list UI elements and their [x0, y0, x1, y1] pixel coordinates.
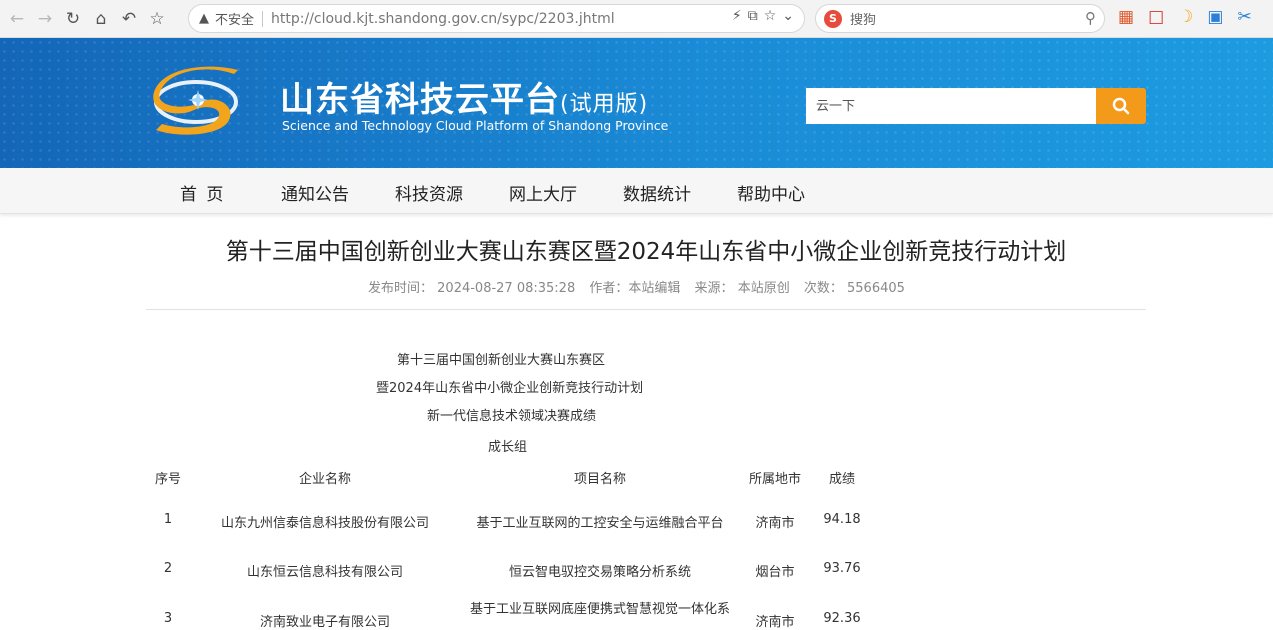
table-row-2-score: 93.76: [823, 561, 861, 576]
screenshot-icon[interactable]: ✂: [1237, 7, 1251, 27]
doc-heading-line-3: 新一代信息技术领域决赛成绩: [427, 409, 597, 424]
article-meta: 发布时间： 2024-08-27 08:35:28 作者：本站编辑 来源： 本站…: [368, 277, 915, 296]
meta-publish-label: 发布时间：: [368, 281, 434, 296]
table-row-3-score: 92.36: [823, 611, 861, 626]
meta-author-value: 本站编辑: [628, 281, 681, 296]
meta-views-label: 次数：: [803, 281, 843, 296]
nav-item-home[interactable]: 首 页: [180, 180, 225, 205]
article-divider: [146, 309, 1146, 310]
meta-author: 作者：本站编辑: [589, 281, 680, 296]
meta-source: 来源： 本站原创: [695, 281, 790, 296]
favorite-star-icon[interactable]: ☆: [764, 8, 777, 24]
browser-search-placeholder: 搜狗: [850, 13, 877, 28]
table-row-1-city: 济南市: [755, 516, 795, 531]
meta-publish: 发布时间： 2024-08-27 08:35:28: [368, 281, 575, 296]
night-mode-icon[interactable]: ☽: [1178, 7, 1193, 27]
bookmark-star-icon[interactable]: ☆: [144, 6, 170, 32]
meta-views-value: 5566405: [847, 281, 905, 296]
crop-icon[interactable]: ▣: [1207, 7, 1223, 27]
home-icon[interactable]: ⌂: [88, 6, 114, 32]
nav-item-statistics[interactable]: 数据统计: [623, 180, 691, 205]
sogou-logo-icon: S: [824, 9, 842, 28]
undo-icon[interactable]: ↶: [116, 6, 142, 32]
warning-icon: ▲: [199, 11, 209, 26]
nav-item-resources[interactable]: 科技资源: [395, 180, 463, 205]
magnifier-icon: [1112, 97, 1130, 115]
lightning-icon[interactable]: ⚡: [732, 8, 742, 24]
site-search: [806, 88, 1146, 124]
nav-item-help[interactable]: 帮助中心: [737, 180, 805, 205]
table-row-1-company: 山东九州信泰信息科技股份有限公司: [220, 516, 429, 531]
reload-icon[interactable]: ↻: [60, 6, 86, 32]
share-icon[interactable]: ⧉: [748, 8, 758, 24]
table-header-project: 项目名称: [573, 472, 626, 487]
doc-heading-line-2: 暨2024年山东省中小微企业创新竞技行动计划: [376, 381, 644, 396]
url-text[interactable]: http://cloud.kjt.shandong.gov.cn/sypc/22…: [271, 11, 615, 27]
extension-icons: ▦ □ ☽ ▣ ✂: [1118, 7, 1252, 27]
site-title: 山东省科技云平台(试用版): [280, 72, 648, 121]
meta-source-value: 本站原创: [737, 281, 790, 296]
table-row-1-project: 基于工业互联网的工控安全与运维融合平台: [476, 516, 724, 531]
site-subtitle: Science and Technology Cloud Platform of…: [282, 118, 669, 133]
browser-nav-buttons: ← → ↻ ⌂ ↶ ☆: [4, 6, 170, 32]
meta-views: 次数： 5566405: [804, 281, 905, 296]
table-row-2-project: 恒云智电驭控交易策略分析系统: [508, 565, 691, 580]
table-row-2-city: 烟台市: [755, 565, 795, 580]
search-icon[interactable]: ⚲: [1085, 9, 1096, 27]
site-header: 山东省科技云平台(试用版) Science and Technology Clo…: [0, 38, 1273, 168]
insecure-label: 不安全: [215, 13, 255, 28]
table-row-3-project: 基于工业互联网底座便携式智慧视觉一体化系: [469, 602, 730, 617]
browser-search-bar[interactable]: S 搜狗 ⚲: [815, 4, 1105, 33]
chevron-down-icon[interactable]: ⌄: [782, 8, 794, 24]
site-logo-icon[interactable]: [148, 66, 244, 138]
doc-heading-line-1: 第十三届中国创新创业大赛山东赛区: [397, 353, 606, 368]
table-header-no: 序号: [154, 472, 181, 487]
table-row-1-no: 1: [163, 512, 173, 527]
browser-toolbar: ← → ↻ ⌂ ↶ ☆ ▲ 不安全 http://cloud.kjt.shand…: [0, 0, 1273, 38]
address-actions: ⚡ ⧉ ☆ ⌄: [732, 8, 794, 24]
site-title-suffix: (试用版): [560, 92, 649, 117]
nav-item-notices[interactable]: 通知公告: [281, 180, 349, 205]
site-title-main: 山东省科技云平台: [280, 80, 560, 120]
table-header-city: 所属地市: [748, 472, 801, 487]
doc-heading-line-4: 成长组: [488, 440, 528, 455]
table-header-score: 成绩: [828, 472, 855, 487]
main-nav: 首 页 通知公告 科技资源 网上大厅 数据统计 帮助中心: [0, 168, 1273, 214]
address-separator: [262, 10, 264, 27]
forward-icon[interactable]: →: [32, 6, 58, 32]
meta-author-label: 作者：: [589, 281, 629, 296]
article-title: 第十三届中国创新创业大赛山东赛区暨2024年山东省中小微企业创新竞技行动计划: [225, 239, 1067, 265]
table-header-company: 企业名称: [298, 472, 351, 487]
pdf-icon[interactable]: □: [1148, 7, 1164, 27]
apps-grid-icon[interactable]: ▦: [1118, 7, 1134, 27]
table-row-3-no: 3: [163, 611, 173, 626]
table-row-2-company: 山东恒云信息科技有限公司: [246, 565, 403, 580]
meta-source-label: 来源：: [694, 281, 734, 296]
address-bar[interactable]: ▲ 不安全 http://cloud.kjt.shandong.gov.cn/s…: [188, 4, 805, 33]
table-row-1-score: 94.18: [823, 512, 861, 527]
site-search-button[interactable]: [1096, 88, 1146, 124]
table-row-2-no: 2: [163, 561, 173, 576]
meta-publish-time: 2024-08-27 08:35:28: [437, 281, 576, 296]
nav-item-online-hall[interactable]: 网上大厅: [509, 180, 577, 205]
site-search-input[interactable]: [806, 88, 1096, 124]
back-icon[interactable]: ←: [4, 6, 30, 32]
